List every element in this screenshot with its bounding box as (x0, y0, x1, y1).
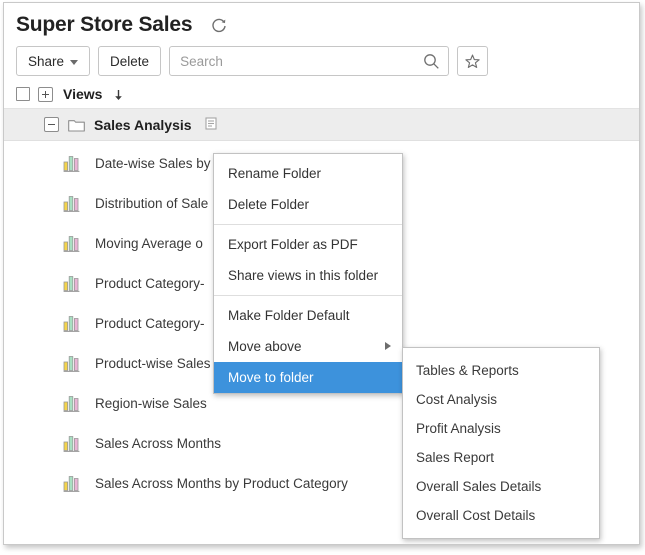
view-name: Product Category- (95, 315, 205, 331)
submenu-item-profit-analysis[interactable]: Profit Analysis (403, 414, 599, 443)
view-name: Moving Average o (95, 235, 203, 251)
view-name: Product-wise Sales (95, 355, 211, 371)
submenu-item-label: Overall Cost Details (416, 508, 536, 523)
views-header-row: Views (4, 80, 639, 109)
submenu-item-label: Tables & Reports (416, 363, 519, 378)
search-box[interactable] (169, 46, 450, 76)
folder-row-sales-analysis[interactable]: Sales Analysis (4, 109, 639, 141)
menu-item-delete-folder[interactable]: Delete Folder (214, 189, 402, 220)
bar-chart-icon (63, 154, 82, 173)
chevron-down-icon (70, 59, 79, 65)
refresh-icon[interactable] (210, 17, 228, 35)
search-icon[interactable] (423, 53, 440, 70)
folder-context-menu: Rename Folder Delete Folder Export Folde… (213, 153, 403, 394)
menu-divider (214, 295, 402, 296)
menu-item-label: Share views in this folder (228, 268, 379, 283)
bar-chart-icon (63, 234, 82, 253)
submenu-item-tables-and-reports[interactable]: Tables & Reports (403, 356, 599, 385)
bar-chart-icon (63, 274, 82, 293)
move-to-folder-submenu: Tables & Reports Cost Analysis Profit An… (402, 347, 600, 539)
submenu-item-label: Cost Analysis (416, 392, 498, 407)
search-input[interactable] (170, 47, 449, 75)
views-window: Super Store Sales Share Delete Search Vi… (3, 2, 640, 545)
menu-item-label: Rename Folder (228, 166, 322, 181)
app-root: Super Store Sales Share Delete Search Vi… (0, 0, 645, 555)
submenu-item-label: Sales Report (416, 450, 495, 465)
favorite-button[interactable] (457, 46, 489, 76)
menu-item-move-above[interactable]: Move above (214, 331, 402, 362)
submenu-item-sales-report[interactable]: Sales Report (403, 443, 599, 472)
views-header-label: Views (63, 86, 103, 102)
share-button[interactable]: Share (16, 46, 91, 76)
bar-chart-icon (63, 314, 82, 333)
toolbar: Share Delete (4, 40, 639, 80)
submenu-item-overall-sales-details[interactable]: Overall Sales Details (403, 472, 599, 501)
menu-divider (214, 224, 402, 225)
view-name: Product Category- (95, 275, 205, 291)
folder-icon (68, 118, 85, 132)
share-button-label: Share (28, 53, 65, 69)
list-menu-icon[interactable] (204, 117, 219, 132)
submenu-item-overall-cost-details[interactable]: Overall Cost Details (403, 501, 599, 530)
menu-item-label: Export Folder as PDF (228, 237, 358, 252)
expand-all-icon[interactable] (38, 86, 53, 102)
title-bar: Super Store Sales (4, 3, 639, 40)
menu-item-rename-folder[interactable]: Rename Folder (214, 158, 402, 189)
sort-down-arrow-icon[interactable] (114, 88, 123, 100)
menu-item-export-folder-as-pdf[interactable]: Export Folder as PDF (214, 229, 402, 260)
menu-item-label: Move to folder (228, 370, 314, 385)
menu-item-share-views-in-this-folder[interactable]: Share views in this folder (214, 260, 402, 291)
folder-name: Sales Analysis (94, 116, 192, 133)
submenu-item-cost-analysis[interactable]: Cost Analysis (403, 385, 599, 414)
select-all-checkbox[interactable] (16, 87, 30, 101)
star-icon (465, 54, 480, 68)
menu-item-label: Move above (228, 339, 302, 354)
view-name: Sales Across Months (95, 435, 222, 451)
minus-box-icon[interactable] (44, 117, 59, 132)
view-name: Region-wise Sales (95, 395, 207, 411)
submenu-item-label: Overall Sales Details (416, 479, 542, 494)
menu-item-move-to-folder[interactable]: Move to folder (214, 362, 402, 393)
bar-chart-icon (63, 354, 82, 373)
view-name: Distribution of Sale (95, 195, 209, 211)
bar-chart-icon (63, 394, 82, 413)
chevron-right-icon (385, 342, 391, 350)
submenu-item-label: Profit Analysis (416, 421, 501, 436)
bar-chart-icon (63, 434, 82, 453)
menu-item-label: Delete Folder (228, 197, 310, 212)
menu-item-label: Make Folder Default (228, 308, 350, 323)
delete-button-label: Delete (110, 53, 150, 69)
delete-button[interactable]: Delete (98, 46, 162, 76)
menu-item-make-folder-default[interactable]: Make Folder Default (214, 300, 402, 331)
bar-chart-icon (63, 194, 82, 213)
bar-chart-icon (63, 474, 82, 493)
view-name: Sales Across Months by Product Category (95, 475, 348, 491)
view-name: Date-wise Sales by (95, 155, 211, 171)
page-title: Super Store Sales (16, 12, 193, 36)
